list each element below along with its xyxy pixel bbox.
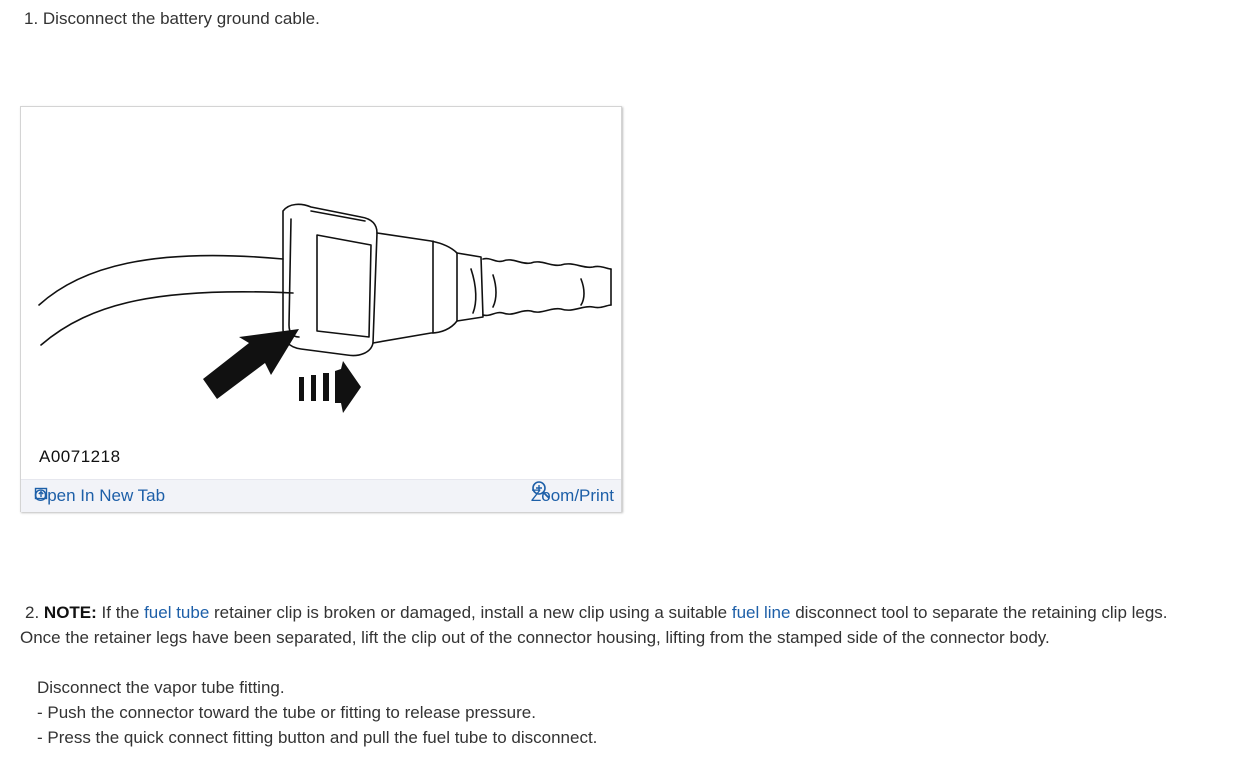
step-2-text: 2. NOTE: If the fuel tube retainer clip … (20, 600, 1230, 650)
note-text-line-2: Once the retainer legs have been separat… (20, 628, 1050, 647)
zoom-in-icon (532, 481, 550, 499)
fuel-tube-link[interactable]: fuel tube (144, 603, 209, 622)
zoom-print-link[interactable]: Zoom/Print (531, 481, 614, 506)
arrow-icon (203, 329, 299, 399)
note-text-1: If the (96, 603, 145, 622)
fuel-connector-illustration (38, 203, 612, 413)
figure-toolbar: Open In New Tab Zoom/Print (21, 479, 621, 512)
note-text-2: retainer clip is broken or damaged, inst… (209, 603, 732, 622)
substep-item: - Push the connector toward the tube or … (37, 703, 536, 722)
note-text-3: disconnect tool to separate the retainin… (790, 603, 1168, 622)
open-in-new-tab-label: Open In New Tab (34, 486, 166, 505)
figure-panel: A0071218 Open In New Tab Zoom/Print (20, 106, 622, 512)
note-label: NOTE: (43, 603, 97, 622)
step-1-text: 1. Disconnect the battery ground cable. (24, 9, 320, 28)
open-in-new-tab-link[interactable]: Open In New Tab (34, 486, 165, 506)
open-new-tab-icon (34, 487, 48, 500)
figure-id: A0071218 (39, 447, 121, 466)
substeps: Disconnect the vapor tube fitting. - Pus… (37, 675, 597, 750)
fuel-line-link[interactable]: fuel line (732, 603, 791, 622)
substep-item: - Press the quick connect fitting button… (37, 728, 598, 747)
substep-intro: Disconnect the vapor tube fitting. (37, 678, 285, 697)
step-2-number: 2. (25, 603, 40, 622)
